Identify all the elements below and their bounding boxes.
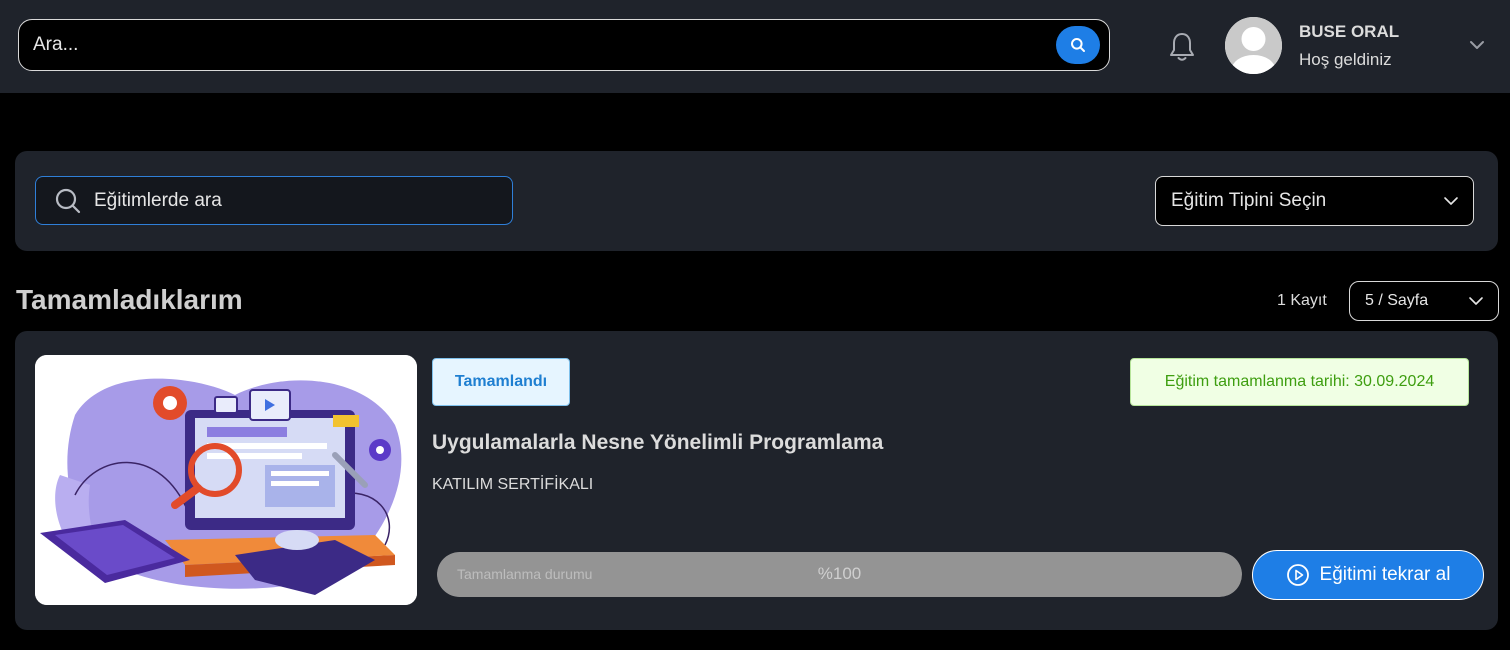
course-search-input[interactable]: [82, 188, 512, 213]
course-thumbnail[interactable]: [35, 355, 417, 605]
global-search-input[interactable]: [19, 33, 1056, 57]
avatar[interactable]: [1225, 17, 1282, 74]
training-type-value: Eğitim Tipini Seçin: [1171, 190, 1327, 211]
chevron-down-icon[interactable]: [1468, 38, 1486, 52]
user-icon: [1225, 17, 1282, 74]
progress-percent: %100: [817, 564, 862, 583]
search-button[interactable]: [1056, 26, 1100, 64]
search-icon: [55, 188, 81, 213]
retake-training-button[interactable]: Eğitimi tekrar al: [1252, 550, 1484, 600]
status-badge: Tamamlandı: [432, 358, 570, 406]
completion-date-badge: Eğitim tamamlanma tarihi: 30.09.2024: [1130, 358, 1469, 406]
bell-icon[interactable]: [1168, 31, 1196, 63]
section-title: Tamamladıklarım: [16, 284, 243, 315]
page-size-value: 5 / Sayfa: [1365, 292, 1429, 309]
chevron-down-icon: [1469, 297, 1483, 305]
filter-panel: Eğitim Tipini Seçin: [15, 151, 1498, 251]
chevron-down-icon: [1444, 197, 1458, 205]
course-title[interactable]: Uygulamalarla Nesne Yönelimli Programlam…: [432, 431, 883, 455]
course-card: Tamamlandı Eğitim tamamlanma tarihi: 30.…: [15, 331, 1498, 630]
course-search: [35, 176, 513, 225]
user-name: BUSE ORAL: [1299, 22, 1400, 41]
play-circle-icon: [1286, 564, 1309, 586]
retake-training-label: Eğitimi tekrar al: [1319, 564, 1451, 585]
page-size-select[interactable]: 5 / Sayfa: [1349, 281, 1499, 321]
programming-illustration: [35, 355, 417, 605]
global-search: [18, 19, 1110, 71]
user-greeting: Hoş geldiniz: [1299, 50, 1392, 69]
search-icon: [1071, 38, 1085, 52]
training-type-select[interactable]: Eğitim Tipini Seçin: [1155, 176, 1474, 226]
record-count: 1 Kayıt: [1277, 292, 1327, 309]
progress-bar: Tamamlanma durumu %100: [437, 552, 1242, 597]
top-bar: BUSE ORAL Hoş geldiniz: [0, 0, 1510, 93]
certificate-type: KATILIM SERTİFİKALI: [432, 476, 594, 493]
